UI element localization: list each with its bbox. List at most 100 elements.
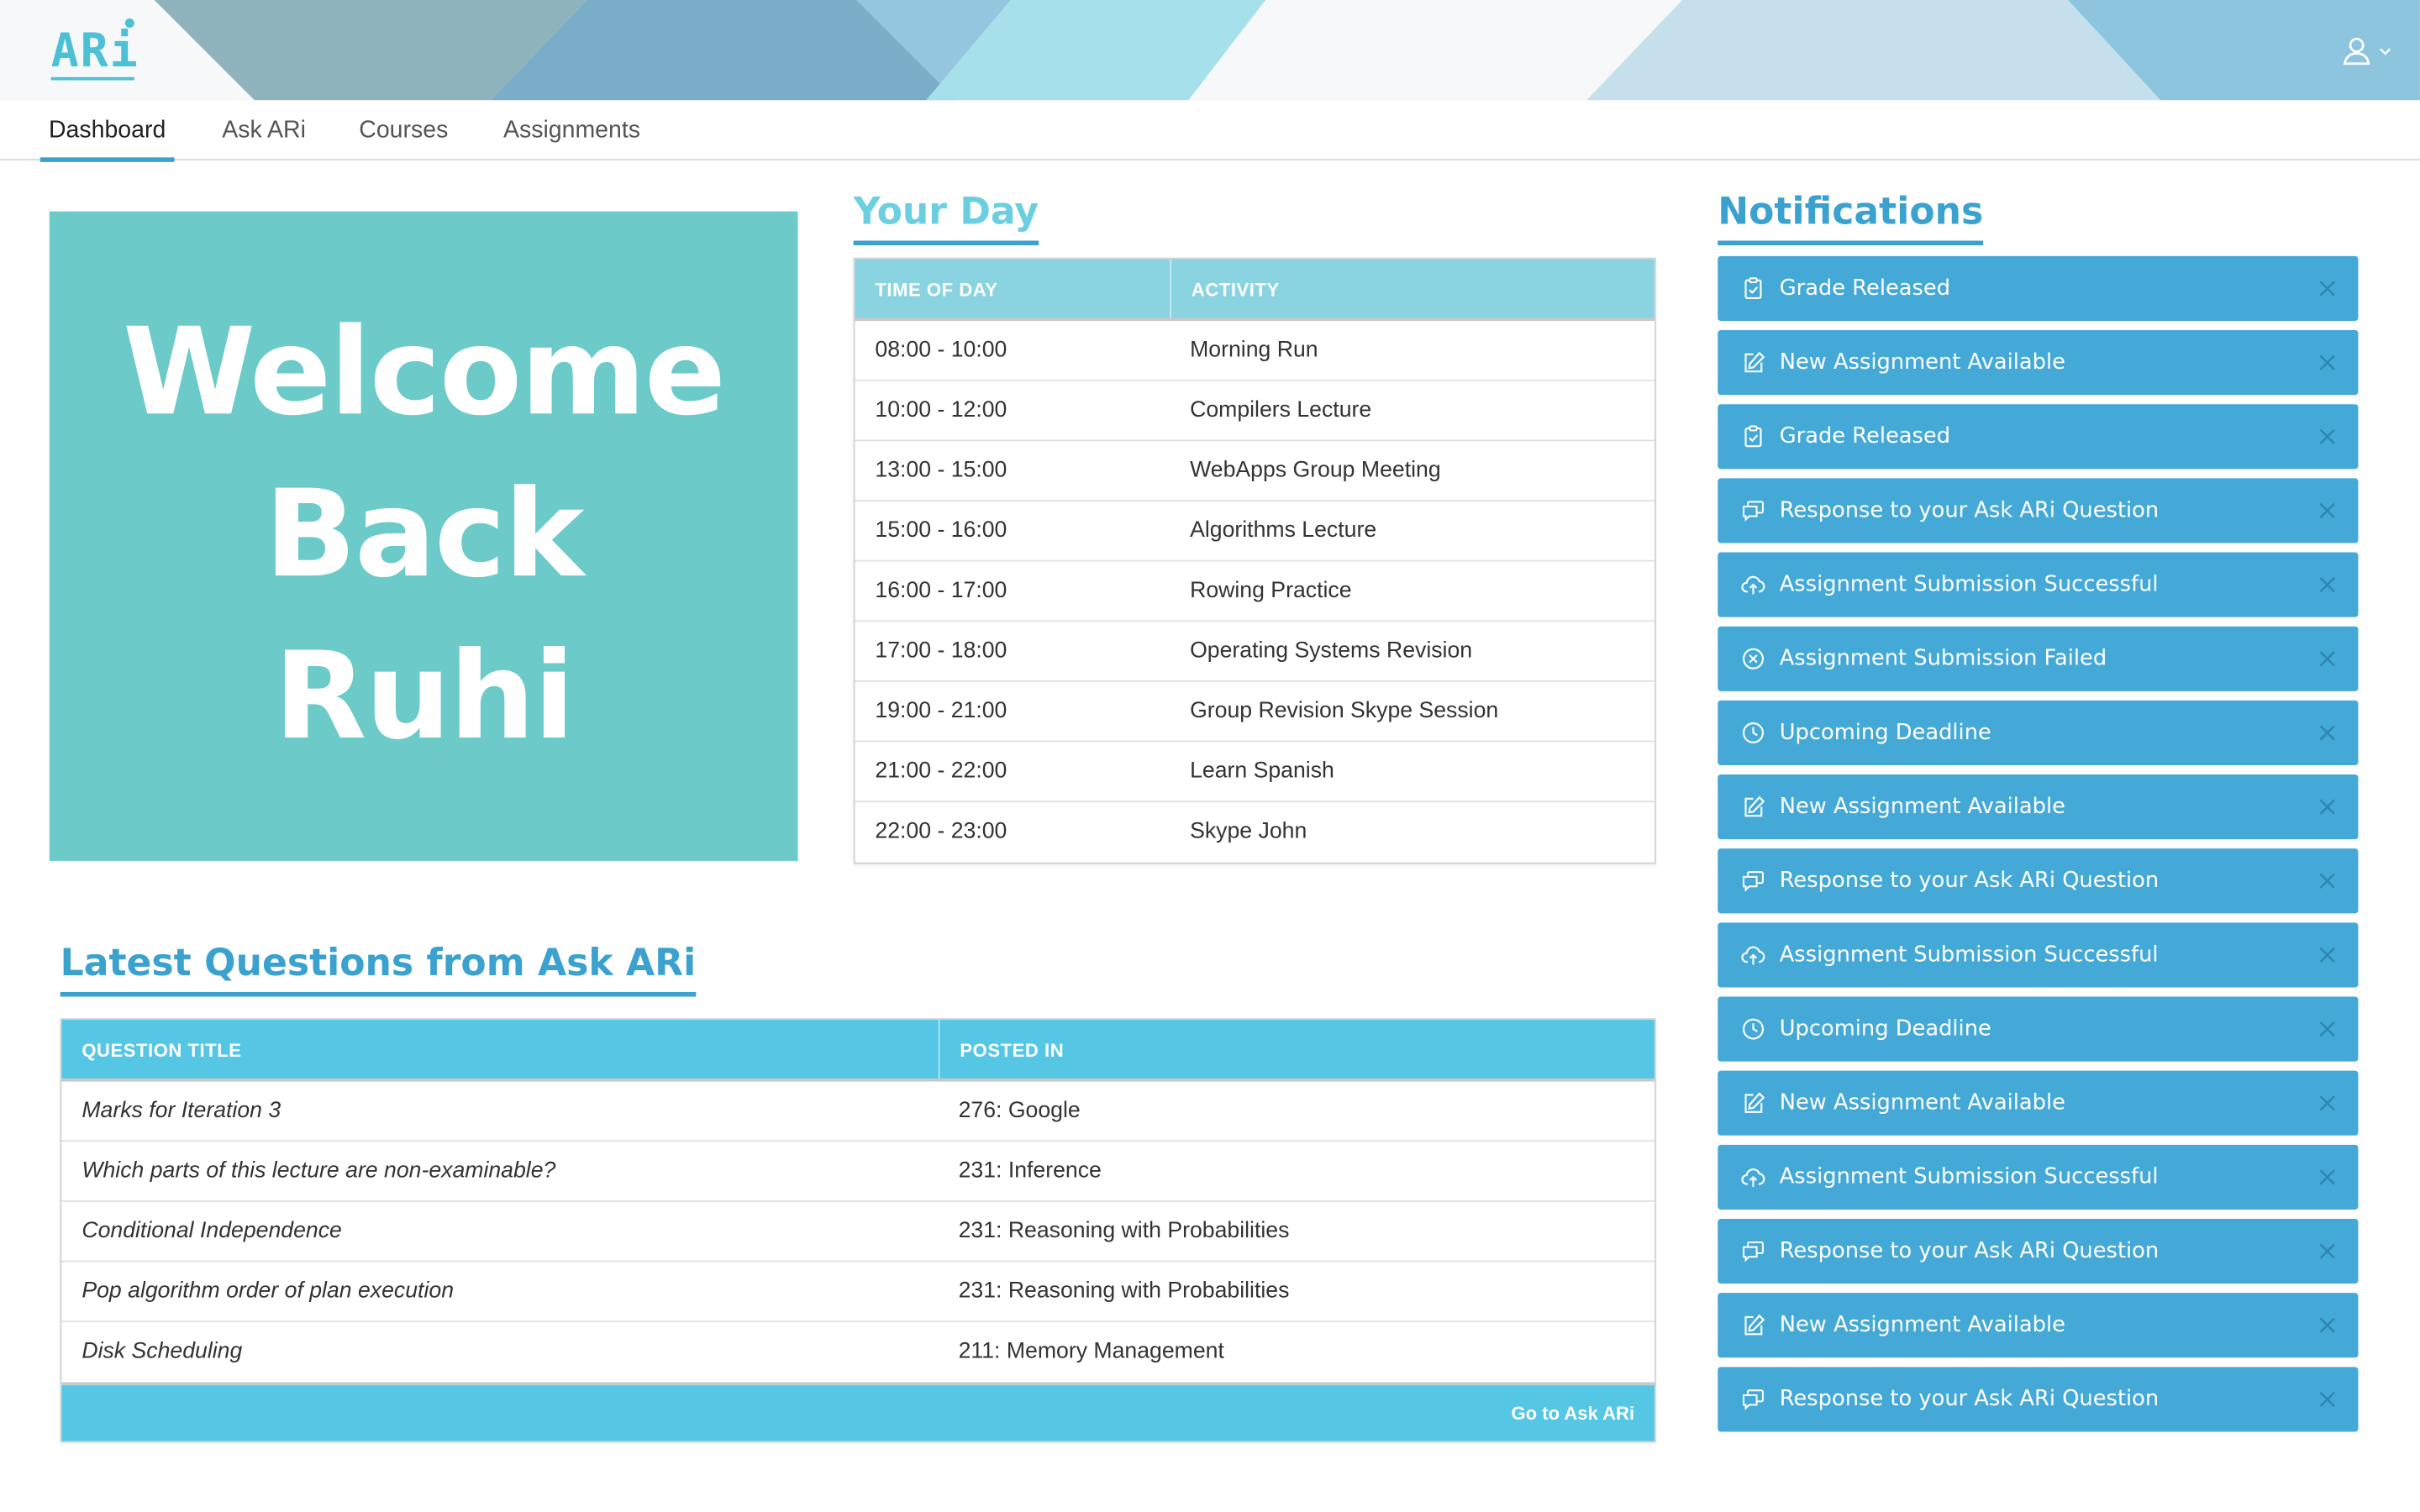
question-row[interactable]: Pop algorithm order of plan execution 231… (61, 1262, 1655, 1323)
column-header-time: TIME OF DAY (875, 279, 998, 302)
table-row: 15:00 - 16:00 Algorithms Lecture (855, 501, 1655, 562)
posted-in-cell: 231: Inference (958, 1158, 1102, 1184)
close-icon[interactable] (2318, 1094, 2337, 1112)
tab-dashboard[interactable]: Dashboard (39, 100, 175, 162)
close-icon[interactable] (2318, 428, 2337, 446)
latest-questions-title: Latest Questions from Ask ARi (60, 940, 697, 997)
time-cell: 13:00 - 15:00 (875, 458, 1007, 483)
close-icon[interactable] (2318, 946, 2337, 964)
your-day-table: TIME OF DAY ACTIVITY 08:00 - 10:00 Mornin… (853, 257, 1656, 864)
question-title-cell[interactable]: Which parts of this lecture are non-exam… (61, 1142, 938, 1200)
notification-label: New Assignment Available (1779, 1090, 2065, 1116)
close-icon[interactable] (2318, 279, 2337, 297)
notifications-title: Notifications (1718, 188, 1984, 246)
notification-label: New Assignment Available (1779, 1313, 2065, 1338)
clipboard-icon (1744, 425, 1762, 448)
time-cell: 22:00 - 23:00 (875, 819, 1007, 844)
time-cell: 10:00 - 12:00 (875, 397, 1007, 423)
close-icon[interactable] (2318, 649, 2337, 668)
user-menu[interactable] (2339, 31, 2401, 71)
edit-icon (1744, 351, 1765, 373)
column-header-question-title: QUESTION TITLE (82, 1039, 242, 1062)
question-title-cell[interactable]: Disk Scheduling (61, 1322, 938, 1383)
table-row: 19:00 - 21:00 Group Revision Skype Sessio… (855, 682, 1655, 743)
clock-icon (1743, 1018, 1764, 1040)
close-icon[interactable] (2318, 575, 2337, 594)
time-cell: 15:00 - 16:00 (875, 518, 1007, 543)
notification-item[interactable]: Response to your Ask ARi Question (1718, 1218, 2359, 1284)
notification-item[interactable]: Assignment Submission Successful (1718, 922, 2359, 988)
chat-icon (1743, 501, 1764, 522)
tab-ask-ari[interactable]: Ask ARi (213, 100, 314, 160)
question-row[interactable]: Conditional Independence 231: Reasoning w… (61, 1202, 1655, 1263)
question-title-cell[interactable]: Pop algorithm order of plan execution (61, 1262, 938, 1320)
notification-item[interactable]: Response to your Ask ARi Question (1718, 1367, 2359, 1432)
table-row: 10:00 - 12:00 Compilers Lecture (855, 381, 1655, 442)
activity-cell: Algorithms Lecture (1190, 518, 1377, 543)
notification-label: Assignment Submission Successful (1779, 572, 2159, 597)
column-header-posted-in: POSTED IN (938, 1020, 1655, 1079)
question-row[interactable]: Marks for Iteration 3 276: Google (61, 1082, 1655, 1142)
notification-label: Assignment Submission Failed (1779, 646, 2107, 671)
question-title-cell[interactable]: Marks for Iteration 3 (61, 1082, 938, 1141)
time-cell: 17:00 - 18:00 (875, 638, 1007, 664)
page: ARi Dashboard Ask ARi Courses Assignment… (0, 0, 2420, 1512)
user-icon (2343, 37, 2370, 66)
notification-item[interactable]: Response to your Ask ARi Question (1718, 478, 2359, 543)
edit-icon (1744, 1092, 1765, 1113)
chat-icon (1743, 871, 1764, 892)
welcome-line-2: Back (264, 465, 585, 605)
close-icon[interactable] (2318, 1390, 2337, 1409)
question-row[interactable]: Disk Scheduling 211: Memory Management (61, 1322, 1654, 1383)
top-header: ARi (0, 0, 2420, 101)
notification-item[interactable]: Response to your Ask ARi Question (1718, 848, 2359, 914)
notification-item[interactable]: Upcoming Deadline (1718, 996, 2359, 1062)
your-day-table-header: TIME OF DAY ACTIVITY (855, 259, 1655, 322)
notification-label: Response to your Ask ARi Question (1779, 1238, 2160, 1264)
posted-in-cell: 276: Google (958, 1098, 1081, 1124)
notification-item[interactable]: New Assignment Available (1718, 1293, 2359, 1358)
close-icon[interactable] (2318, 354, 2337, 372)
question-title-cell[interactable]: Conditional Independence (61, 1202, 938, 1261)
table-row: 21:00 - 22:00 Learn Spanish (855, 742, 1655, 803)
x-circle-icon (1743, 648, 1764, 669)
tab-courses[interactable]: Courses (352, 100, 455, 160)
close-icon[interactable] (2318, 1242, 2337, 1261)
close-icon[interactable] (2318, 723, 2337, 742)
go-to-ask-ari-link[interactable]: Go to Ask ARi (1512, 1403, 1635, 1425)
your-day-title: Your Day (853, 188, 1039, 246)
activity-cell: Morning Run (1190, 338, 1318, 363)
activity-cell: Compilers Lecture (1190, 397, 1372, 423)
welcome-user-name: Ruhi (274, 627, 575, 767)
activity-cell: WebApps Group Meeting (1190, 458, 1441, 483)
tab-assignments[interactable]: Assignments (494, 100, 650, 160)
question-row[interactable]: Which parts of this lecture are non-exam… (61, 1142, 1655, 1202)
notification-label: Response to your Ask ARi Question (1779, 1387, 2160, 1412)
notification-label: Response to your Ask ARi Question (1779, 498, 2160, 523)
ari-logo[interactable]: ARi (50, 18, 144, 83)
time-cell: 21:00 - 22:00 (875, 759, 1007, 785)
notification-item[interactable]: Assignment Submission Failed (1718, 626, 2359, 691)
notification-item[interactable]: Upcoming Deadline (1718, 700, 2359, 766)
close-icon[interactable] (2318, 1168, 2337, 1186)
notification-item[interactable]: Assignment Submission Successful (1718, 1144, 2359, 1210)
posted-in-cell: 231: Reasoning with Probabilities (958, 1218, 1290, 1244)
close-icon[interactable] (2318, 872, 2337, 890)
close-icon[interactable] (2318, 1020, 2337, 1038)
notification-item[interactable]: Grade Released (1718, 404, 2359, 470)
notification-label: Grade Released (1779, 276, 1951, 302)
notification-item[interactable]: New Assignment Available (1718, 1070, 2359, 1136)
questions-table-footer: Go to Ask ARi (61, 1382, 1655, 1441)
close-icon[interactable] (2318, 798, 2337, 816)
notification-item[interactable]: Assignment Submission Successful (1718, 552, 2359, 617)
cloud-upload-icon (1741, 946, 1765, 965)
notification-item[interactable]: New Assignment Available (1718, 330, 2359, 396)
notification-item[interactable]: Grade Released (1718, 255, 2359, 322)
close-icon[interactable] (2318, 1316, 2337, 1335)
chat-icon (1743, 1389, 1764, 1410)
close-icon[interactable] (2318, 501, 2337, 520)
notification-label: Upcoming Deadline (1779, 1016, 1991, 1042)
activity-cell: Rowing Practice (1190, 578, 1352, 604)
notification-item[interactable]: New Assignment Available (1718, 774, 2359, 840)
activity-cell: Group Revision Skype Session (1190, 699, 1499, 724)
